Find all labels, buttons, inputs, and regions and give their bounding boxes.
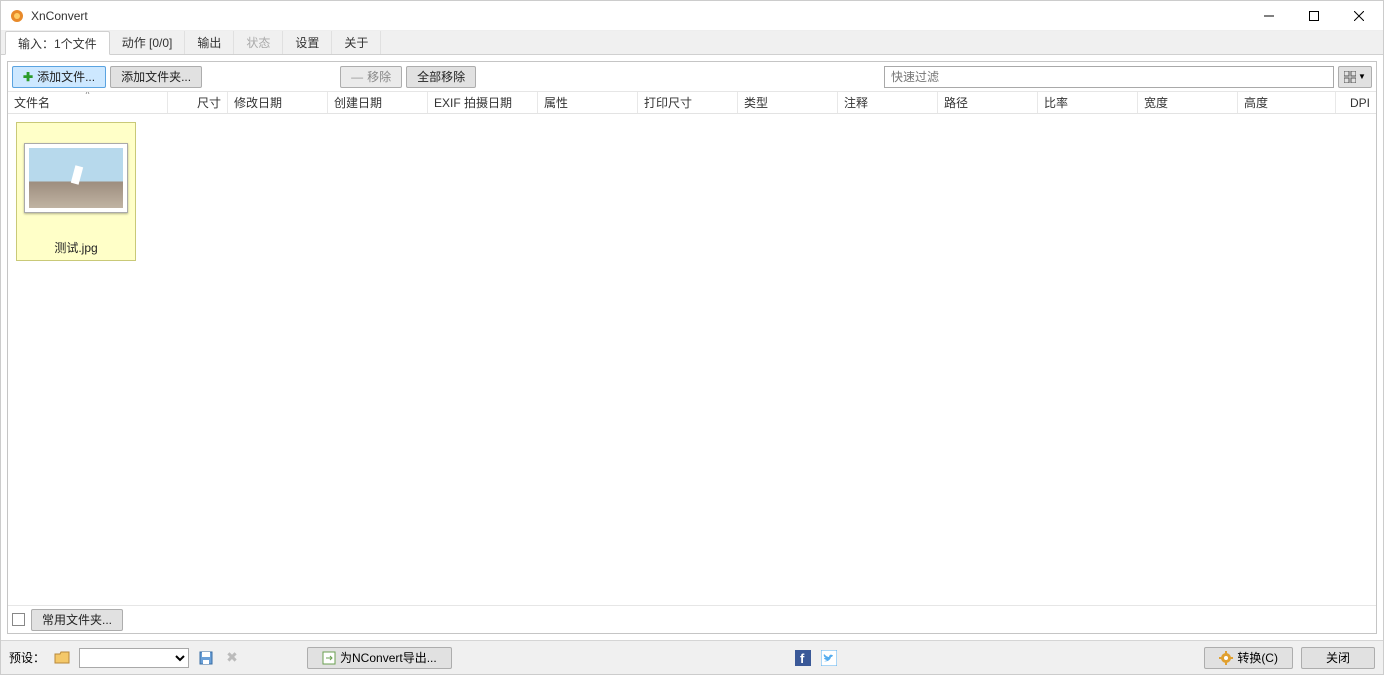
button-label: 转换(C) <box>1237 649 1278 666</box>
chevron-down-icon: ▼ <box>1358 72 1366 81</box>
app-icon <box>9 8 25 24</box>
button-label: 添加文件... <box>37 68 95 85</box>
button-label: 添加文件夹... <box>121 68 191 85</box>
twitter-icon[interactable] <box>820 649 838 667</box>
col-comment[interactable]: 注释 <box>838 92 938 113</box>
preset-label: 预设： <box>9 649 45 666</box>
save-preset-icon[interactable] <box>197 649 215 667</box>
titlebar: XnConvert <box>1 1 1383 31</box>
window-title: XnConvert <box>31 9 1246 23</box>
col-label: 打印尺寸 <box>644 94 692 111</box>
col-label: 宽度 <box>1144 94 1168 111</box>
hot-folder-button[interactable]: 常用文件夹... <box>31 609 123 631</box>
thumbnail-filename: 测试.jpg <box>54 239 97 256</box>
col-label: 文件名 <box>14 94 50 111</box>
tabstrip: 输入：1个文件 动作 [0/0] 输出 状态 设置 关于 <box>1 31 1383 55</box>
plus-icon: ✚ <box>23 70 33 84</box>
tab-settings[interactable]: 设置 <box>283 31 332 54</box>
tab-label: 动作 [0/0] <box>122 34 173 51</box>
thumbnail-image <box>24 143 128 213</box>
tab-label: 输出 <box>197 34 221 51</box>
col-dpi[interactable]: DPI <box>1336 92 1376 113</box>
open-preset-icon[interactable] <box>53 649 71 667</box>
close-app-button[interactable]: 关闭 <box>1301 647 1375 669</box>
button-label: 关闭 <box>1326 649 1350 666</box>
grid-icon <box>1344 71 1356 83</box>
col-height[interactable]: 高度 <box>1238 92 1336 113</box>
col-filename[interactable]: ^ 文件名 <box>8 92 168 113</box>
button-label: 为NConvert导出... <box>340 649 437 666</box>
quick-filter-input[interactable] <box>884 66 1334 88</box>
tab-actions[interactable]: 动作 [0/0] <box>110 31 186 54</box>
tab-output[interactable]: 输出 <box>185 31 234 54</box>
col-label: 属性 <box>544 94 568 111</box>
view-mode-button[interactable]: ▼ <box>1338 66 1372 88</box>
panel-footer: 常用文件夹... <box>8 605 1376 633</box>
col-label: 注释 <box>844 94 868 111</box>
input-toolbar: ✚ 添加文件... 添加文件夹... — 移除 全部移除 <box>8 62 1376 92</box>
add-file-button[interactable]: ✚ 添加文件... <box>12 66 106 88</box>
button-label: 全部移除 <box>417 68 465 85</box>
maximize-button[interactable] <box>1291 2 1336 30</box>
col-label: 路径 <box>944 94 968 111</box>
col-label: DPI <box>1350 96 1370 110</box>
tab-status: 状态 <box>234 31 283 54</box>
remove-all-button[interactable]: 全部移除 <box>406 66 476 88</box>
input-panel: ✚ 添加文件... 添加文件夹... — 移除 全部移除 <box>7 61 1377 634</box>
content-area: ✚ 添加文件... 添加文件夹... — 移除 全部移除 <box>1 55 1383 640</box>
remove-button[interactable]: — 移除 <box>340 66 402 88</box>
col-label: 类型 <box>744 94 768 111</box>
button-label: 移除 <box>367 68 391 85</box>
col-label: 比率 <box>1044 94 1068 111</box>
column-headers: ^ 文件名 尺寸 修改日期 创建日期 EXIF 拍摄日期 属性 打印尺寸 类型 … <box>8 92 1376 114</box>
col-path[interactable]: 路径 <box>938 92 1038 113</box>
window-controls <box>1246 2 1381 30</box>
col-label: 高度 <box>1244 94 1268 111</box>
preset-select[interactable] <box>79 648 189 668</box>
col-print-size[interactable]: 打印尺寸 <box>638 92 738 113</box>
col-modified[interactable]: 修改日期 <box>228 92 328 113</box>
facebook-icon[interactable]: f <box>794 649 812 667</box>
file-list[interactable]: 测试.jpg <box>8 114 1376 605</box>
col-label: EXIF 拍摄日期 <box>434 94 512 111</box>
tab-label: 关于 <box>344 34 368 51</box>
file-thumbnail[interactable]: 测试.jpg <box>16 122 136 261</box>
col-ratio[interactable]: 比率 <box>1038 92 1138 113</box>
col-type[interactable]: 类型 <box>738 92 838 113</box>
delete-preset-icon[interactable]: ✖ <box>223 649 241 667</box>
col-attrs[interactable]: 属性 <box>538 92 638 113</box>
tab-input[interactable]: 输入：1个文件 <box>5 31 110 55</box>
convert-button[interactable]: 转换(C) <box>1204 647 1293 669</box>
col-label: 尺寸 <box>197 94 221 111</box>
sort-asc-icon: ^ <box>86 92 90 99</box>
gear-icon <box>1219 651 1233 665</box>
col-exif[interactable]: EXIF 拍摄日期 <box>428 92 538 113</box>
button-label: 常用文件夹... <box>42 611 112 628</box>
close-button[interactable] <box>1336 2 1381 30</box>
app-window: XnConvert 输入：1个文件 动作 [0/0] 输出 状态 设置 关于 <box>0 0 1384 675</box>
col-created[interactable]: 创建日期 <box>328 92 428 113</box>
tab-label: 状态 <box>246 34 270 51</box>
tab-about[interactable]: 关于 <box>332 31 381 54</box>
tab-label: 输入：1个文件 <box>18 35 97 52</box>
minimize-button[interactable] <box>1246 2 1291 30</box>
export-icon <box>322 651 336 665</box>
add-folder-button[interactable]: 添加文件夹... <box>110 66 202 88</box>
statusbar: 预设： ✖ 为NConvert导出... f 转换(C) <box>1 640 1383 674</box>
col-size[interactable]: 尺寸 <box>168 92 228 113</box>
minus-icon: — <box>351 70 363 84</box>
export-nconvert-button[interactable]: 为NConvert导出... <box>307 647 452 669</box>
col-width[interactable]: 宽度 <box>1138 92 1238 113</box>
col-label: 创建日期 <box>334 94 382 111</box>
col-label: 修改日期 <box>234 94 282 111</box>
svg-text:f: f <box>800 651 805 666</box>
hot-folder-checkbox[interactable] <box>12 613 25 626</box>
tab-label: 设置 <box>295 34 319 51</box>
